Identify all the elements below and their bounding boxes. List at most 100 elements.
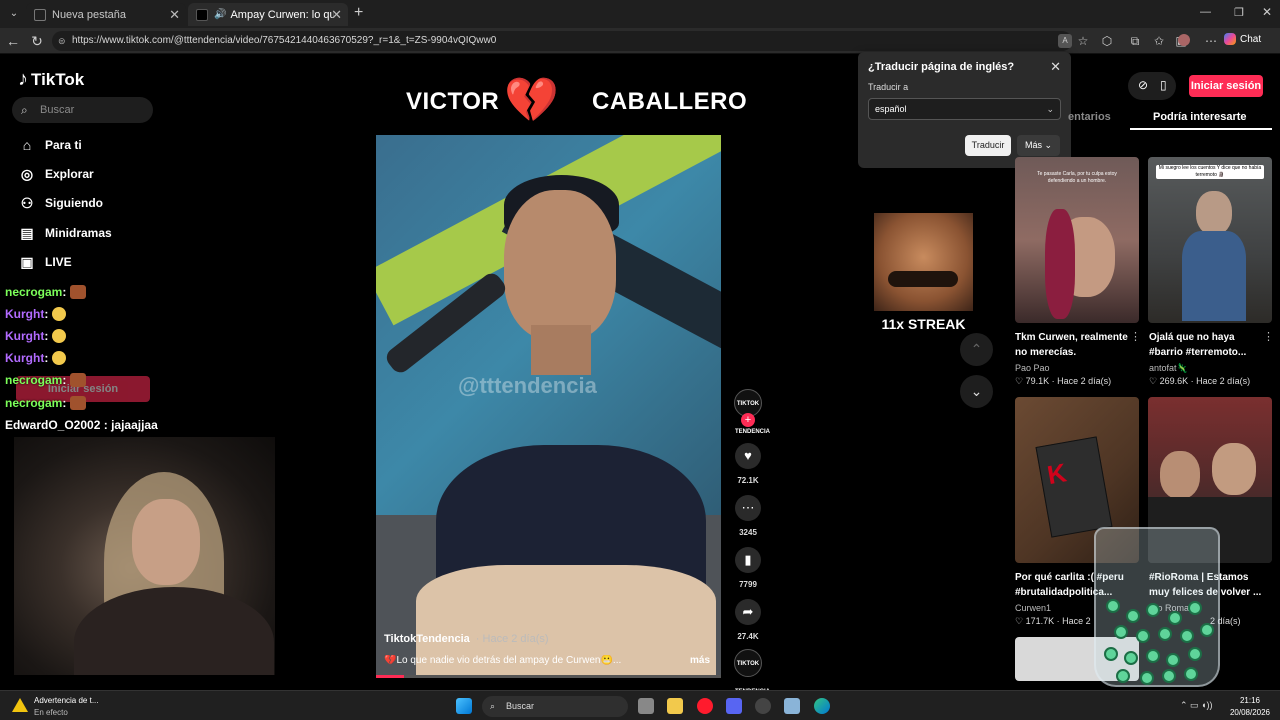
tab-comments[interactable]: entarios xyxy=(1068,111,1111,123)
video-watermark: @tttendencia xyxy=(458,373,597,398)
split-screen-icon[interactable]: ⧉ xyxy=(1128,34,1142,48)
search-input[interactable]: ⌕ Buscar xyxy=(12,97,153,123)
heart-icon[interactable]: ♥ xyxy=(735,443,761,469)
file-explorer-icon[interactable] xyxy=(667,698,683,714)
follow-plus-icon[interactable]: + xyxy=(741,413,755,427)
jar-bean xyxy=(1180,629,1194,643)
previous-video-button[interactable]: ⌃ xyxy=(960,333,993,366)
task-view-icon[interactable] xyxy=(638,698,654,714)
compass-icon: ◎ xyxy=(20,166,34,182)
thumbnail-person xyxy=(1212,443,1256,495)
taskbar-search[interactable]: ⌕ Buscar xyxy=(482,696,628,717)
phone-icon[interactable]: ▯ xyxy=(1160,78,1167,92)
opera-icon[interactable] xyxy=(697,698,713,714)
streak-emote xyxy=(874,213,973,311)
favorites-icon[interactable]: ✩ xyxy=(1152,34,1166,48)
close-icon[interactable]: ✕ xyxy=(1050,59,1061,75)
book-letter: K xyxy=(1044,457,1069,491)
edge-icon[interactable] xyxy=(814,698,830,714)
sidebar-item-explorar[interactable]: ◎ Explorar xyxy=(18,163,94,185)
bookmark-icon[interactable]: ▮ xyxy=(735,547,761,573)
card-stats: ♡ 171.7K · Hace 2 xyxy=(1015,616,1091,626)
jar-bean xyxy=(1166,653,1180,667)
minimize-icon[interactable]: — xyxy=(1200,6,1211,18)
extensions-icon[interactable]: ⬡ xyxy=(1100,34,1114,48)
warning-icon[interactable] xyxy=(12,698,28,712)
back-icon[interactable]: ← xyxy=(4,32,22,50)
tiktok-logo[interactable]: ♪ TikTok xyxy=(18,68,84,91)
thumbnail-person xyxy=(1196,191,1232,235)
favorite-icon[interactable]: ☆ xyxy=(1076,34,1090,48)
tab-label: Nueva pestaña xyxy=(52,8,126,21)
sidebar-item-para-ti[interactable]: ⌂ Para ti xyxy=(18,134,82,156)
close-window-icon[interactable]: ✕ xyxy=(1262,5,1272,19)
sidebar-item-minidramas[interactable]: ▤ Minidramas xyxy=(18,222,111,244)
system-tray[interactable]: ⌃ ▭ ◖)) xyxy=(1180,700,1212,711)
copilot-chat-button[interactable]: Chat xyxy=(1224,33,1261,45)
site-info-icon[interactable]: ⊜ xyxy=(58,31,66,51)
close-icon[interactable]: ✕ xyxy=(331,7,342,23)
tiktok-icon xyxy=(196,8,208,21)
plus-icon[interactable]: + xyxy=(354,4,363,22)
coins-icon[interactable]: ⊘ xyxy=(1138,78,1148,92)
next-video-button[interactable]: ⌄ xyxy=(960,375,993,408)
settings-icon[interactable] xyxy=(784,698,800,714)
tab-active[interactable]: 🔊 Ampay Curwen: lo que nadie ✕ xyxy=(188,3,348,26)
more-options-icon[interactable]: ⋮ xyxy=(1263,330,1274,343)
speaker-icon[interactable]: 🔊 xyxy=(214,9,226,20)
more-link[interactable]: más xyxy=(690,655,710,666)
weather-title[interactable]: Advertencia de t... xyxy=(34,696,98,705)
reload-icon[interactable]: ↻ xyxy=(28,32,46,50)
card-title[interactable]: Tkm Curwen, realmente no merecías. xyxy=(1015,330,1129,360)
more-options-button[interactable]: Más ⌄ xyxy=(1017,135,1060,156)
close-icon[interactable]: ✕ xyxy=(169,7,180,23)
obs-icon[interactable] xyxy=(755,698,771,714)
clock-time[interactable]: 21:16 xyxy=(1226,696,1274,705)
right-toolbar: ⊘ ▯ xyxy=(1128,72,1176,100)
tiktok-note-icon: ♪ xyxy=(18,68,28,90)
tab-list-icon[interactable]: ⌄ xyxy=(6,6,22,22)
profile-avatar[interactable] xyxy=(1178,34,1190,46)
card-author[interactable]: Curwen1 xyxy=(1015,603,1051,613)
film-icon: ▤ xyxy=(20,225,34,241)
menu-icon[interactable]: ⋯ xyxy=(1204,34,1218,48)
video-thumbnail[interactable]: Te pasaste Carla, por tu culpa estoy def… xyxy=(1015,157,1139,323)
video-progress-bar[interactable] xyxy=(376,675,721,678)
discord-icon[interactable] xyxy=(726,698,742,714)
tab-new[interactable]: Nueva pestaña ✕ xyxy=(26,3,186,26)
video-author[interactable]: TiktokTendencia · Hace 2 día(s) xyxy=(384,633,549,645)
restore-icon[interactable]: ❐ xyxy=(1234,6,1244,19)
emote-icon xyxy=(52,351,67,365)
jar-bean xyxy=(1106,599,1120,613)
card-author[interactable]: antofat🦎 xyxy=(1149,363,1188,374)
weather-subtitle: En efecto xyxy=(34,708,68,717)
login-button[interactable]: Iniciar sesión xyxy=(1189,75,1263,97)
share-icon[interactable]: ➦ xyxy=(735,599,761,625)
chat-line: necrogam : xyxy=(5,396,87,410)
chat-line: Kurght : xyxy=(5,351,67,365)
more-options-icon[interactable]: ⋮ xyxy=(1130,330,1141,343)
windows-start-icon[interactable] xyxy=(456,698,472,714)
thumbnail-person xyxy=(1160,451,1200,499)
progress-fill xyxy=(376,675,404,678)
thumbnail-caption: Te pasaste Carla, por tu culpa estoy def… xyxy=(1037,171,1117,184)
url-field[interactable]: ⊜ https://www.tiktok.com/@tttendencia/vi… xyxy=(52,31,1072,51)
comment-icon[interactable]: ⋯ xyxy=(735,495,761,521)
jar-bean xyxy=(1146,649,1160,663)
sound-disc[interactable]: TIKTOK TENDENCIA xyxy=(734,649,770,695)
video-thumbnail[interactable]: Mi suegro lee los cuentos Y dice que no … xyxy=(1148,157,1272,323)
video-player[interactable]: @tttendencia TiktokTendencia · Hace 2 día… xyxy=(376,135,721,678)
card-title[interactable]: Ojalá que no haya #barrio #terremoto... xyxy=(1149,330,1263,360)
translate-button[interactable]: Traducir xyxy=(965,135,1011,156)
tab-podria-interesarte[interactable]: Podría interesarte xyxy=(1153,111,1247,123)
card-author[interactable]: Pao Pao xyxy=(1015,363,1050,373)
chat-user: necrogam xyxy=(5,285,63,299)
streak-text: 11x STREAK xyxy=(881,316,966,332)
sidebar-item-siguiendo[interactable]: ⚇ Siguiendo xyxy=(18,192,103,214)
sidebar-item-live[interactable]: ▣ LIVE xyxy=(18,251,71,273)
translate-icon[interactable]: A xyxy=(1058,34,1072,48)
jar-bean xyxy=(1116,669,1130,683)
emote-icon xyxy=(52,307,67,321)
language-select[interactable]: español ⌄ xyxy=(868,98,1061,120)
search-icon: ⌕ xyxy=(21,103,28,117)
